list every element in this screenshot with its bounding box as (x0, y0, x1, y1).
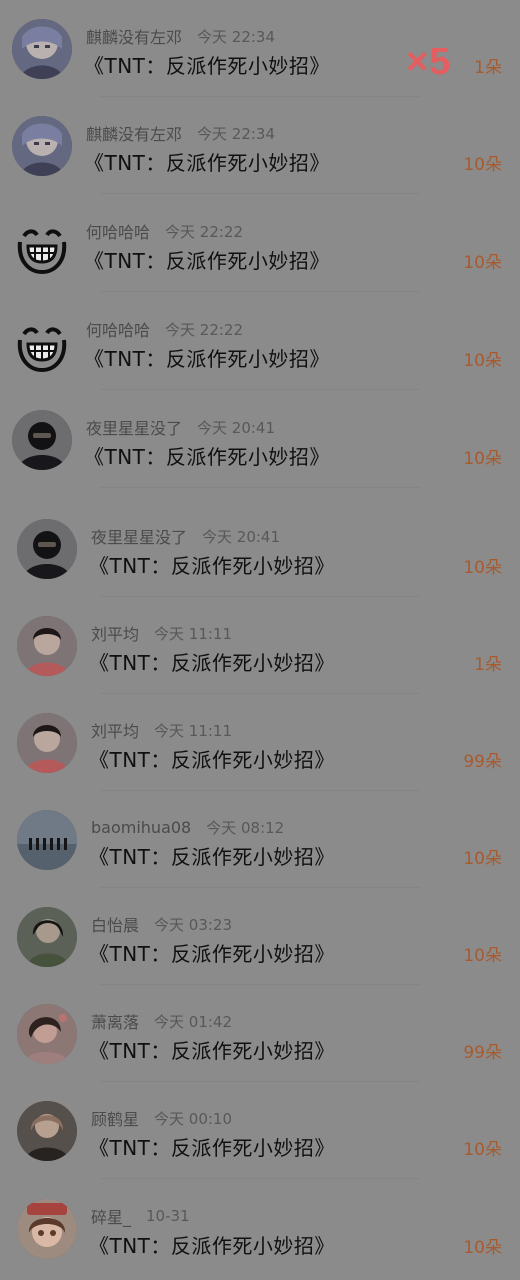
portrait-avatar-icon[interactable] (17, 1101, 77, 1161)
portrait-avatar-icon[interactable] (17, 713, 77, 773)
anime-avatar-icon[interactable] (12, 19, 72, 79)
timestamp: 10-31 (146, 1207, 190, 1225)
list-item[interactable]: baomihua08 今天 08:12 《TNT：反派作死小妙招》 10朵 (0, 791, 520, 888)
timestamp: 今天 22:22 (165, 222, 244, 241)
anime-avatar-icon[interactable] (12, 116, 72, 176)
list-item[interactable]: 夜里星星没了 今天 20:41 《TNT：反派作死小妙招》 10朵 (0, 391, 520, 488)
timestamp: 今天 22:34 (197, 27, 276, 46)
list-item[interactable]: 麒麟没有左邓 今天 22:34 《TNT：反派作死小妙招》 10朵 (0, 97, 520, 194)
item-meta: 萧离落 今天 01:42 (91, 1009, 233, 1033)
username[interactable]: 何哈哈哈 (86, 317, 150, 341)
masked-person-avatar-icon[interactable] (17, 519, 77, 579)
item-meta: 碎星_ 10-31 (91, 1204, 190, 1228)
list-item[interactable]: 何哈哈哈 今天 22:22 《TNT：反派作死小妙招》 10朵 (0, 293, 520, 390)
masked-person-avatar-icon[interactable] (12, 410, 72, 470)
timestamp: 今天 11:11 (154, 624, 233, 643)
username[interactable]: 麒麟没有左邓 (86, 121, 182, 145)
gift-feed: 麒麟没有左邓 今天 22:34 《TNT：反派作死小妙招》 1朵 麒麟没有左邓 … (0, 0, 520, 1280)
flower-count: 10朵 (463, 253, 502, 273)
list-item[interactable]: 白怡晨 今天 03:23 《TNT：反派作死小妙招》 10朵 (0, 888, 520, 985)
timestamp: 今天 03:23 (154, 915, 233, 934)
timestamp: 今天 00:10 (154, 1109, 233, 1128)
list-item[interactable]: 夜里星星没了 今天 20:41 《TNT：反派作死小妙招》 10朵 (0, 500, 520, 597)
portrait-avatar-icon[interactable] (17, 616, 77, 676)
username[interactable]: 刘平均 (91, 621, 139, 645)
flower-count: 10朵 (463, 449, 502, 469)
portrait-avatar-icon[interactable] (17, 1004, 77, 1064)
gift-message: 《TNT：反派作死小妙招》 (84, 347, 330, 371)
grinning-face-avatar-icon[interactable] (12, 312, 72, 372)
divider (100, 291, 420, 292)
gift-message: 《TNT：反派作死小妙招》 (89, 651, 335, 675)
username[interactable]: 麒麟没有左邓 (86, 24, 182, 48)
item-meta: 刘平均 今天 11:11 (91, 718, 233, 742)
flower-count: 10朵 (463, 1238, 502, 1258)
timestamp: 今天 22:22 (165, 320, 244, 339)
flower-count: 99朵 (463, 1043, 502, 1063)
username[interactable]: 刘平均 (91, 718, 139, 742)
flower-count: 10朵 (463, 849, 502, 869)
list-item[interactable]: 何哈哈哈 今天 22:22 《TNT：反派作死小妙招》 10朵 (0, 195, 520, 292)
divider (100, 389, 420, 390)
lake-group-avatar-icon[interactable] (17, 810, 77, 870)
item-meta: 麒麟没有左邓 今天 22:34 (86, 121, 276, 145)
timestamp: 今天 20:41 (202, 527, 281, 546)
item-meta: baomihua08 今天 08:12 (91, 817, 284, 837)
flower-count: 1朵 (474, 655, 502, 675)
timestamp: 今天 01:42 (154, 1012, 233, 1031)
gift-message: 《TNT：反派作死小妙招》 (89, 1234, 335, 1258)
username[interactable]: 夜里星星没了 (86, 415, 182, 439)
item-meta: 白怡晨 今天 03:23 (91, 912, 233, 936)
gift-message: 《TNT：反派作死小妙招》 (84, 151, 330, 175)
item-meta: 顾鹤星 今天 00:10 (91, 1106, 233, 1130)
list-item[interactable]: 刘平均 今天 11:11 《TNT：反派作死小妙招》 99朵 (0, 694, 520, 791)
timestamp: 今天 08:12 (206, 818, 285, 837)
item-meta: 刘平均 今天 11:11 (91, 621, 233, 645)
username[interactable]: 白怡晨 (91, 912, 139, 936)
timestamp: 今天 20:41 (197, 418, 276, 437)
flower-count: 10朵 (463, 155, 502, 175)
flower-count: 10朵 (463, 946, 502, 966)
username[interactable]: baomihua08 (91, 818, 191, 837)
timestamp: 今天 22:34 (197, 124, 276, 143)
username[interactable]: 萧离落 (91, 1009, 139, 1033)
gift-message: 《TNT：反派作死小妙招》 (84, 249, 330, 273)
username[interactable]: 顾鹤星 (91, 1106, 139, 1130)
item-meta: 何哈哈哈 今天 22:22 (86, 317, 244, 341)
gift-message: 《TNT：反派作死小妙招》 (89, 845, 335, 869)
divider (100, 487, 420, 488)
item-meta: 夜里星星没了 今天 20:41 (86, 415, 276, 439)
gift-message: 《TNT：反派作死小妙招》 (89, 942, 335, 966)
gift-message: 《TNT：反派作死小妙招》 (89, 1136, 335, 1160)
item-meta: 麒麟没有左邓 今天 22:34 (86, 24, 276, 48)
list-item[interactable]: 碎星_ 10-31 《TNT：反派作死小妙招》 10朵 (0, 1180, 520, 1277)
list-item[interactable]: 萧离落 今天 01:42 《TNT：反派作死小妙招》 99朵 (0, 985, 520, 1082)
item-meta: 何哈哈哈 今天 22:22 (86, 219, 244, 243)
grinning-face-avatar-icon[interactable] (12, 214, 72, 274)
gift-message: 《TNT：反派作死小妙招》 (89, 748, 335, 772)
list-item[interactable]: 顾鹤星 今天 00:10 《TNT：反派作死小妙招》 10朵 (0, 1082, 520, 1179)
username[interactable]: 夜里星星没了 (91, 524, 187, 548)
username[interactable]: 何哈哈哈 (86, 219, 150, 243)
flower-count: 10朵 (463, 351, 502, 371)
divider (100, 1178, 420, 1179)
portrait-avatar-icon[interactable] (17, 907, 77, 967)
gift-message: 《TNT：反派作死小妙招》 (89, 554, 335, 578)
flower-count: 10朵 (463, 558, 502, 578)
flower-count: 10朵 (463, 1140, 502, 1160)
gift-message: 《TNT：反派作死小妙招》 (84, 445, 330, 469)
gift-message: 《TNT：反派作死小妙招》 (84, 54, 330, 78)
timestamp: 今天 11:11 (154, 721, 233, 740)
list-item[interactable]: 刘平均 今天 11:11 《TNT：反派作死小妙招》 1朵 (0, 597, 520, 694)
username[interactable]: 碎星_ (91, 1204, 131, 1228)
item-meta: 夜里星星没了 今天 20:41 (91, 524, 281, 548)
cartoon-girl-avatar-icon[interactable] (17, 1199, 77, 1259)
flower-count: 1朵 (474, 58, 502, 78)
flower-count: 99朵 (463, 752, 502, 772)
gift-message: 《TNT：反派作死小妙招》 (89, 1039, 335, 1063)
divider (100, 193, 420, 194)
gift-multiplier-badge: ×5 (406, 41, 452, 83)
